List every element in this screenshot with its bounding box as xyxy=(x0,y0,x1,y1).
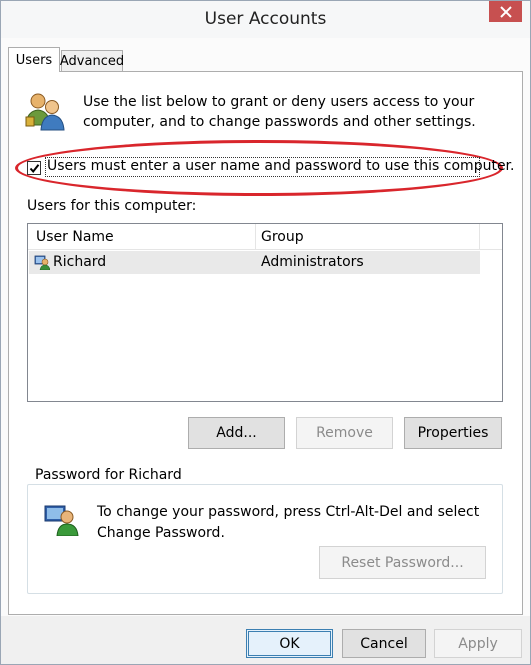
list-header: User Name Group xyxy=(28,224,502,250)
cancel-button[interactable]: Cancel xyxy=(342,629,426,658)
column-divider[interactable] xyxy=(479,224,480,250)
row-group: Administrators xyxy=(261,254,364,270)
row-user-name: Richard xyxy=(53,254,107,270)
column-header-user-name[interactable]: User Name xyxy=(36,229,114,245)
checkmark-icon xyxy=(29,163,39,173)
close-icon xyxy=(499,5,512,18)
users-list[interactable]: User Name Group Richard Administrators xyxy=(27,223,503,402)
password-help-text: To change your password, press Ctrl-Alt-… xyxy=(97,504,480,541)
tab-users[interactable]: Users xyxy=(8,47,60,72)
user-password-icon xyxy=(44,505,79,536)
password-group-title: Password for Richard xyxy=(31,467,186,483)
tab-advanced[interactable]: Advanced xyxy=(60,50,124,71)
ok-button-focus-border xyxy=(248,631,331,656)
apply-button[interactable]: Apply xyxy=(434,629,522,658)
properties-button[interactable]: Properties xyxy=(404,417,502,449)
close-button[interactable] xyxy=(489,1,522,22)
remove-button[interactable]: Remove xyxy=(296,417,393,449)
users-icon xyxy=(25,93,65,131)
ok-button[interactable]: OK xyxy=(246,629,333,658)
window-title: User Accounts xyxy=(204,9,327,29)
user-accounts-window: User Accounts Users Advanced Use the lis… xyxy=(0,0,531,665)
column-header-group[interactable]: Group xyxy=(261,229,304,245)
reset-password-button[interactable]: Reset Password... xyxy=(319,546,486,579)
users-list-label: Users for this computer: xyxy=(27,198,197,214)
require-login-label[interactable]: Users must enter a user name and passwor… xyxy=(47,158,514,174)
require-login-checkbox[interactable] xyxy=(27,161,41,175)
user-icon xyxy=(34,255,50,270)
intro-text: Use the list below to grant or deny user… xyxy=(83,94,476,130)
column-divider[interactable] xyxy=(255,224,256,250)
add-button[interactable]: Add... xyxy=(188,417,285,449)
title-bar: User Accounts xyxy=(1,1,530,38)
table-row[interactable]: Richard Administrators xyxy=(29,251,480,274)
